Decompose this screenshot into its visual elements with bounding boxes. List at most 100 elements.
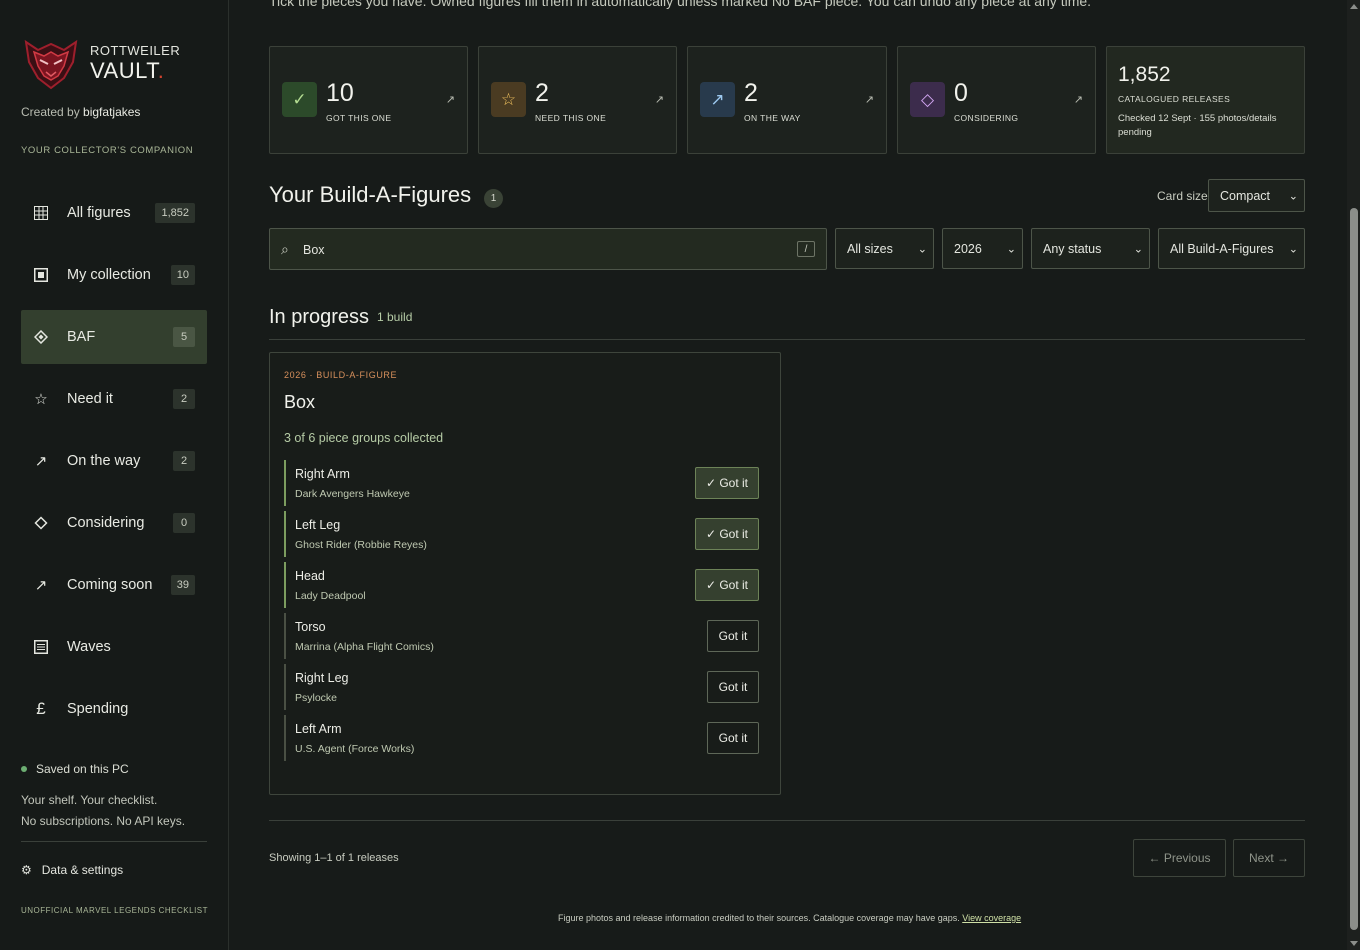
stat-label: ON THE WAY	[744, 113, 801, 123]
stat-card-need[interactable]: ☆ 2 NEED THIS ONE ↗	[478, 46, 677, 154]
status-dot	[21, 766, 27, 772]
catalog-value: 1,852	[1118, 63, 1171, 86]
chevron-down-icon: ⌄	[917, 243, 927, 255]
piece-source: U.S. Agent (Force Works)	[295, 743, 415, 755]
stat-value: 10	[326, 79, 354, 107]
chevron-down-icon: ⌄	[1288, 190, 1298, 202]
stat-value: 2	[535, 79, 549, 107]
scroll-thumb[interactable]	[1350, 208, 1358, 930]
sidebar-item-waves[interactable]: Waves	[21, 620, 207, 674]
view-coverage-link[interactable]: View coverage	[962, 913, 1021, 923]
count-badge: 39	[170, 575, 195, 595]
rottweiler-logo-icon	[24, 39, 78, 90]
stat-card-considering[interactable]: ◇ 0 CONSIDERING ↗	[897, 46, 1096, 154]
gear-icon: ⚙	[21, 863, 32, 877]
diamond-icon	[33, 329, 49, 345]
stat-value: 2	[744, 79, 758, 107]
card-size-select[interactable]: Compact ⌄	[1208, 179, 1305, 212]
baf-name: Box	[284, 392, 316, 412]
brand-top: ROTTWEILER	[90, 43, 181, 58]
sidebar-item-my-collection[interactable]: My collection 10	[21, 248, 207, 302]
check-icon: ✓	[282, 82, 317, 117]
got-it-button[interactable]: Got it	[707, 620, 759, 652]
got-it-button[interactable]: Got it	[707, 722, 759, 754]
list-icon	[33, 639, 49, 655]
piece-source: Marrina (Alpha Flight Comics)	[295, 641, 434, 653]
chevron-down-icon: ⌄	[1288, 243, 1298, 255]
search-input[interactable]: ⌕ Box /	[269, 228, 827, 270]
piece-name: Left Arm	[295, 722, 342, 736]
card-size-label: Card size	[1157, 189, 1208, 203]
stat-label: GOT THIS ONE	[326, 113, 392, 123]
stat-card-on-the-way[interactable]: ↗ 2 ON THE WAY ↗	[687, 46, 887, 154]
previous-page-button[interactable]: ← Previous	[1133, 839, 1226, 877]
sidebar-item-label: Need it	[67, 391, 113, 407]
piece-row: Head Lady Deadpool ✓ Got it	[284, 562, 759, 608]
piece-source: Dark Avengers Hawkeye	[295, 488, 410, 500]
square-icon	[33, 267, 49, 283]
author-name: bigfatjakes	[83, 105, 141, 119]
saved-note: Your shelf. Your checklist. No subscript…	[21, 793, 186, 828]
sidebar-item-label: Spending	[67, 701, 129, 717]
search-value: Box	[303, 243, 325, 257]
baf-progress: 3 of 6 piece groups collected	[284, 431, 444, 445]
shortcut-key: /	[797, 241, 815, 257]
scroll-up-arrow-icon[interactable]	[1350, 4, 1358, 9]
pound-icon: £	[36, 699, 46, 718]
sidebar-item-spending[interactable]: £ Spending	[21, 682, 207, 736]
catalog-label: CATALOGUED RELEASES	[1118, 94, 1231, 104]
stat-card-catalog: 1,852 CATALOGUED RELEASES Checked 12 Sep…	[1106, 46, 1305, 154]
got-it-button[interactable]: ✓ Got it	[695, 518, 759, 550]
arrow-icon: ↗	[445, 94, 455, 106]
sidebar-item-on-the-way[interactable]: ↗ On the way 2	[21, 434, 207, 488]
year-filter-select[interactable]: 2026 ⌄	[942, 228, 1023, 269]
sidebar-nav: All figures 1,852 My collection 10 BAF 5…	[21, 186, 207, 744]
sidebar-item-coming-soon[interactable]: ↗ Coming soon 39	[21, 558, 207, 612]
baf-card: 2026 · BUILD-A-FIGURE Box 3 of 6 piece g…	[269, 352, 781, 795]
companion-tagline: YOUR COLLECTOR'S COMPANION	[21, 145, 194, 156]
build-count: 1 build	[377, 310, 413, 324]
stat-label: NEED THIS ONE	[535, 113, 607, 123]
piece-row: Right Arm Dark Avengers Hawkeye ✓ Got it	[284, 460, 759, 506]
data-settings-link[interactable]: ⚙ Data & settings	[21, 863, 123, 877]
grid-icon	[33, 205, 49, 221]
star-icon: ☆	[491, 82, 526, 117]
brand-name: VAULT.	[90, 58, 165, 83]
scroll-down-arrow-icon[interactable]	[1350, 941, 1358, 946]
size-filter-select[interactable]: All sizes ⌄	[835, 228, 934, 269]
sidebar-item-label: On the way	[67, 453, 141, 469]
status-filter-select[interactable]: Any status ⌄	[1031, 228, 1150, 269]
catalog-note: Checked 12 Sept · 155 photos/details pen…	[1118, 113, 1277, 138]
piece-row: Torso Marrina (Alpha Flight Comics) Got …	[284, 613, 759, 659]
baf-filter-select[interactable]: All Build-A-Figures ⌄	[1158, 228, 1305, 269]
chevron-down-icon: ⌄	[1006, 243, 1016, 255]
piece-source: Psylocke	[295, 692, 338, 704]
next-page-button[interactable]: Next →	[1233, 839, 1305, 877]
arrow-icon: ↗	[700, 82, 735, 117]
scrollbar[interactable]	[1347, 0, 1360, 950]
sidebar-item-label: All figures	[67, 205, 131, 221]
piece-name: Left Leg	[295, 518, 341, 532]
select-value: 2026	[954, 241, 982, 256]
created-by: Created by bigfatjakes	[21, 105, 141, 119]
diamond-icon: ◇	[910, 82, 945, 117]
saved-status: Saved on this PC	[21, 762, 129, 776]
got-it-button[interactable]: Got it	[707, 671, 759, 703]
sidebar-item-considering[interactable]: Considering 0	[21, 496, 207, 550]
got-it-button[interactable]: ✓ Got it	[695, 569, 759, 601]
brand[interactable]: ROTTWEILER VAULT.	[20, 32, 180, 94]
got-it-button[interactable]: ✓ Got it	[695, 467, 759, 499]
select-value: All sizes	[847, 241, 893, 256]
baf-kicker: 2026 · BUILD-A-FIGURE	[284, 370, 398, 380]
card-size-value: Compact	[1220, 188, 1271, 203]
sidebar-item-baf[interactable]: BAF 5	[21, 310, 207, 364]
count-badge: 5	[173, 327, 195, 347]
arrow-icon: ↗	[654, 94, 664, 106]
sidebar-item-need-it[interactable]: ☆ Need it 2	[21, 372, 207, 426]
stat-value: 0	[954, 79, 968, 107]
sidebar-item-label: Coming soon	[67, 577, 153, 593]
sidebar-item-all-figures[interactable]: All figures 1,852	[21, 186, 207, 240]
piece-row: Left Arm U.S. Agent (Force Works) Got it	[284, 715, 759, 761]
stat-card-got[interactable]: ✓ 10 GOT THIS ONE ↗	[269, 46, 468, 154]
divider	[269, 339, 1305, 340]
